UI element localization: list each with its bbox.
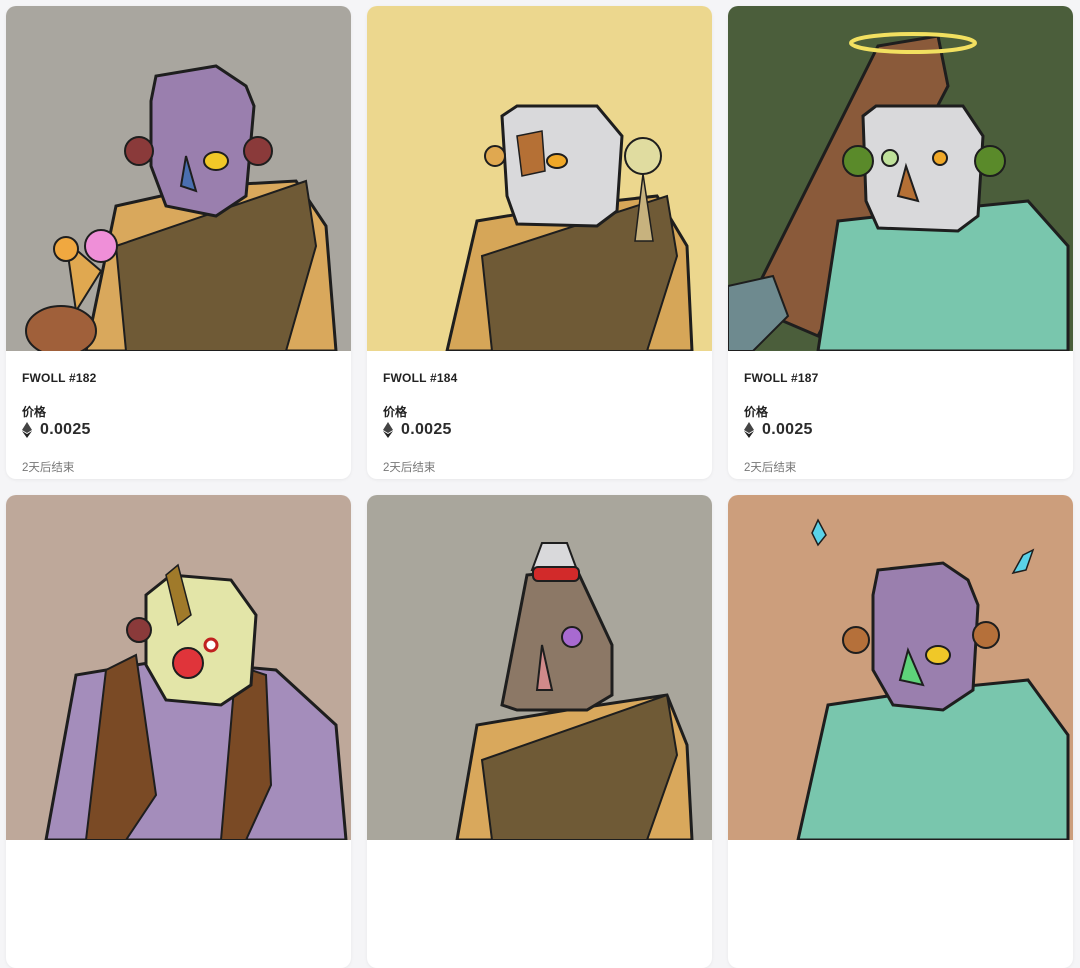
nft-artwork[interactable]: [6, 495, 351, 840]
nft-artwork[interactable]: [728, 495, 1073, 840]
nft-card-fwoll-187[interactable]: FWOLL #187 价格 0.0025 2天后结束: [728, 6, 1073, 479]
ethereum-icon: [383, 422, 393, 438]
nft-card[interactable]: [367, 495, 712, 968]
nft-artwork[interactable]: [367, 6, 712, 351]
price-row: 0.0025: [383, 421, 452, 439]
price-value: 0.0025: [762, 421, 813, 438]
price-label: 价格: [383, 405, 408, 419]
auction-time-left: 2天后结束: [744, 462, 797, 474]
nft-artwork[interactable]: [6, 6, 351, 351]
nft-name[interactable]: FWOLL #182: [22, 371, 96, 385]
price-value: 0.0025: [40, 421, 91, 438]
nft-card-fwoll-184[interactable]: FWOLL #184 价格 0.0025 2天后结束: [367, 6, 712, 479]
nft-name[interactable]: FWOLL #187: [744, 371, 818, 385]
nft-card-fwoll-182[interactable]: FWOLL #182 价格 0.0025 2天后结束: [6, 6, 351, 479]
ethereum-icon: [744, 422, 754, 438]
price-value: 0.0025: [401, 421, 452, 438]
price-label: 价格: [22, 405, 47, 419]
auction-time-left: 2天后结束: [383, 462, 436, 474]
nft-artwork[interactable]: [367, 495, 712, 840]
price-row: 0.0025: [22, 421, 91, 439]
nft-artwork[interactable]: [728, 6, 1073, 351]
nft-name[interactable]: FWOLL #184: [383, 371, 457, 385]
ethereum-icon: [22, 422, 32, 438]
nft-card[interactable]: [728, 495, 1073, 968]
price-label: 价格: [744, 405, 769, 419]
auction-time-left: 2天后结束: [22, 462, 75, 474]
nft-card[interactable]: [6, 495, 351, 968]
price-row: 0.0025: [744, 421, 813, 439]
